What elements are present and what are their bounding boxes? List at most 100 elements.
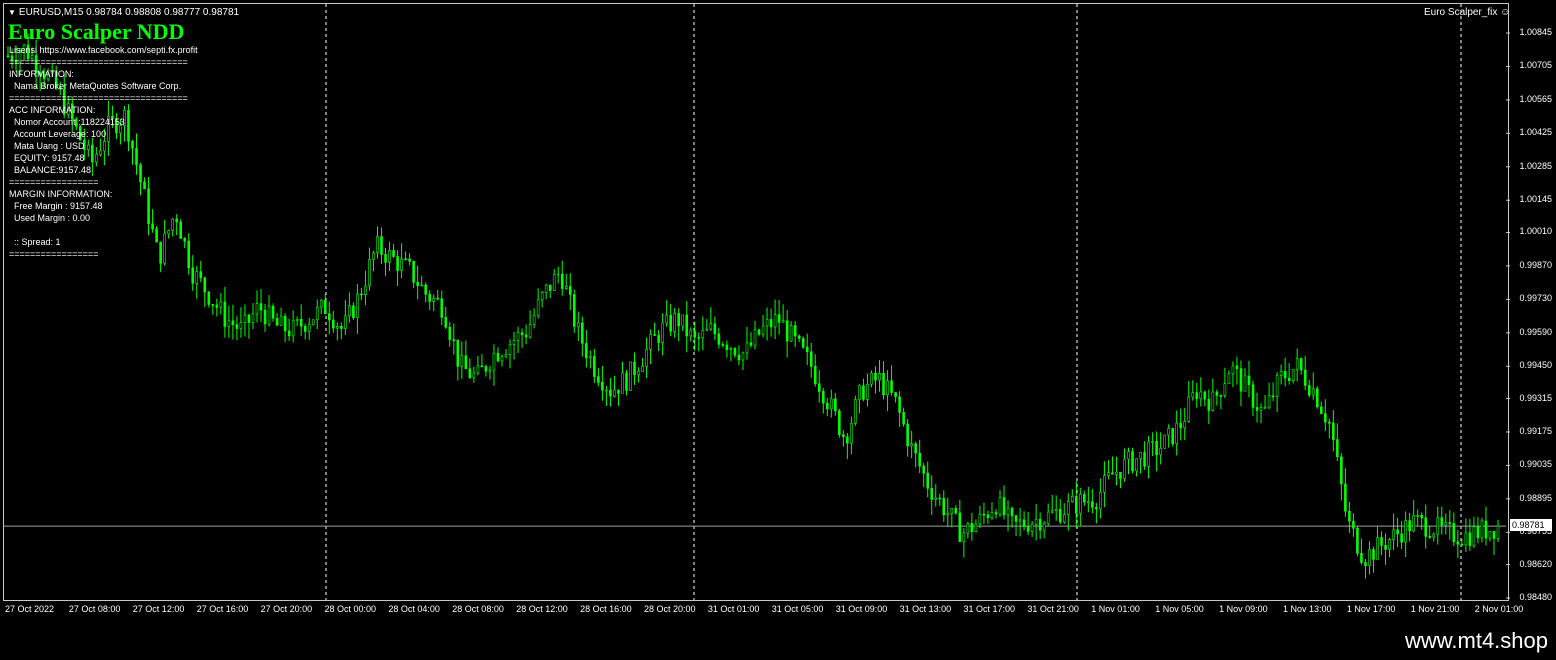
candle <box>817 370 821 403</box>
time-tick-label: 31 Oct 21:00 <box>1027 604 1079 614</box>
candle <box>472 366 476 383</box>
candle-body <box>821 391 825 404</box>
candle <box>677 308 681 342</box>
candle <box>315 299 319 330</box>
candle-body <box>581 322 584 344</box>
candle <box>801 336 805 350</box>
candle <box>785 310 789 358</box>
candle-body <box>958 512 962 542</box>
candle-body <box>1404 520 1407 543</box>
candle <box>874 366 877 394</box>
candle <box>1376 526 1379 560</box>
candle <box>1042 520 1046 539</box>
candle <box>496 347 500 363</box>
candle-body <box>472 372 476 379</box>
candle <box>540 290 544 308</box>
candle-body <box>307 324 311 332</box>
candle <box>850 416 853 455</box>
candle <box>733 347 737 358</box>
candle-body <box>344 315 347 329</box>
candle-body <box>271 305 275 319</box>
candle <box>1010 506 1014 528</box>
candle-body <box>934 497 938 500</box>
candle-body <box>1360 553 1363 563</box>
candle <box>243 304 247 337</box>
candle <box>1464 518 1468 552</box>
current-price-tag: 0.98781 <box>1510 519 1552 531</box>
candle-body <box>336 325 339 329</box>
ea-title: Euro Scalper NDD <box>8 19 185 44</box>
candle <box>452 323 456 355</box>
candle <box>199 260 203 283</box>
candle <box>396 250 399 286</box>
candle <box>1030 521 1034 537</box>
candle-body <box>834 398 837 412</box>
price-tick-label: 0.99315 <box>1519 392 1552 403</box>
candle-body <box>617 389 620 394</box>
candle <box>1151 432 1154 457</box>
candle-body <box>1247 375 1251 386</box>
time-tick-label: 1 Nov 13:00 <box>1283 604 1332 614</box>
candle-body <box>1231 365 1235 375</box>
candle <box>1179 408 1183 441</box>
candle <box>789 321 793 342</box>
candle-body <box>689 330 693 337</box>
candle-body <box>520 332 524 336</box>
candle-body <box>1062 514 1066 523</box>
candle-body <box>1267 395 1271 408</box>
candle-body <box>1259 406 1263 411</box>
candle <box>954 505 958 516</box>
candle <box>673 307 676 338</box>
candle <box>480 354 484 368</box>
candle-body <box>962 532 966 542</box>
candle-body <box>1420 514 1423 519</box>
candle-body <box>1287 377 1291 381</box>
candle-body <box>191 267 195 284</box>
candle-body <box>1372 549 1375 560</box>
candle <box>1319 401 1323 415</box>
candle-body <box>725 344 729 350</box>
dropdown-triangle-icon[interactable]: ▼ <box>8 8 16 17</box>
candle-body <box>1291 369 1295 381</box>
candle <box>211 303 215 315</box>
candle <box>665 300 668 327</box>
candle-body <box>854 399 857 424</box>
candle-body <box>805 346 809 353</box>
candle <box>1207 389 1211 425</box>
expert-advisor-label[interactable]: Euro Scalper_fix ☺ <box>1424 7 1510 18</box>
candle-body <box>1038 518 1042 531</box>
candle-body <box>1263 406 1267 409</box>
candle-body <box>1255 407 1259 411</box>
candle <box>661 313 664 356</box>
candle-body <box>950 507 954 514</box>
candle <box>793 320 797 348</box>
candle-body <box>1408 520 1411 532</box>
candle <box>332 311 335 333</box>
candle <box>1348 501 1351 533</box>
candle-body <box>1103 475 1106 493</box>
separator: ================= <box>9 249 99 259</box>
candle <box>1223 367 1227 399</box>
candle-body <box>685 314 689 337</box>
candle <box>1295 348 1299 382</box>
candle <box>223 286 227 338</box>
information-heading: INFORMATION: <box>9 69 74 79</box>
candle <box>408 253 411 266</box>
time-tick-label: 31 Oct 01:00 <box>707 604 760 614</box>
candle-body <box>1396 529 1399 535</box>
candle <box>625 369 628 396</box>
candle-body <box>332 319 335 329</box>
candle <box>1079 488 1082 527</box>
candlestick-chart[interactable] <box>0 0 1556 622</box>
candle-body <box>1376 537 1379 560</box>
candle <box>576 311 580 341</box>
symbol-info: ▼ EURUSD,M15 0.98784 0.98808 0.98777 0.98… <box>8 7 240 18</box>
candle <box>990 502 994 521</box>
candle <box>360 287 363 301</box>
candle-body <box>697 336 701 339</box>
candle-body <box>954 507 958 514</box>
candle-body <box>1123 458 1126 479</box>
price-tick-label: 0.99035 <box>1519 459 1552 470</box>
candle-body <box>830 398 833 410</box>
